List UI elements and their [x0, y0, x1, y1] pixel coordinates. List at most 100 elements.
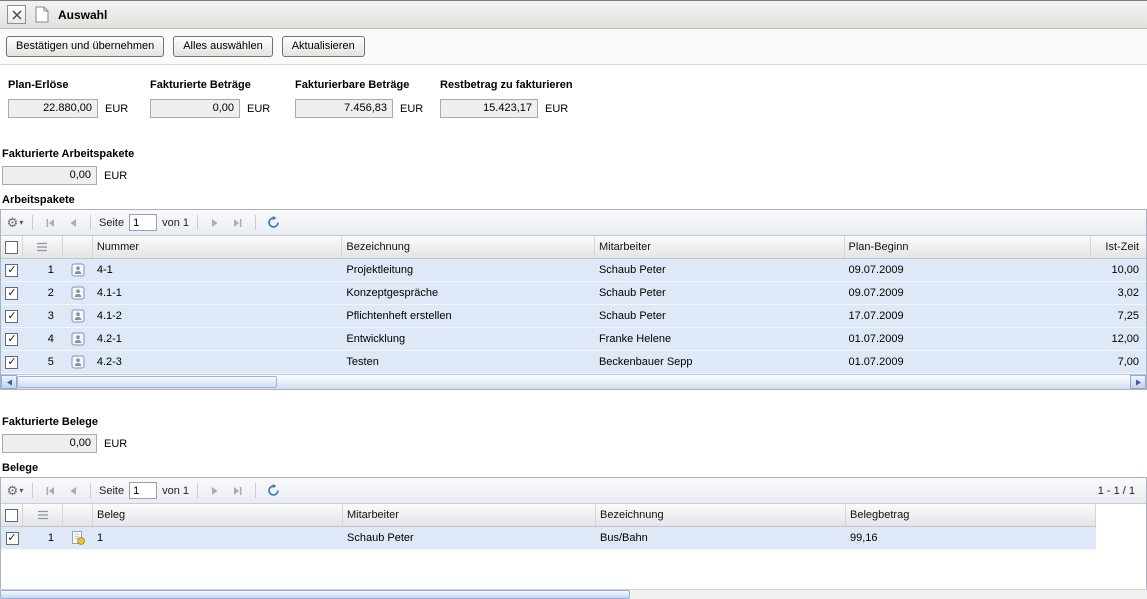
cell-plan-beginn: 09.07.2009 [845, 282, 1092, 304]
action-toolbar: Bestätigen und übernehmen Alles auswähle… [0, 29, 1147, 65]
arrow-right-icon [1135, 379, 1142, 386]
scrollbar-thumb[interactable] [17, 376, 277, 388]
column-header-nummer[interactable]: Nummer [93, 236, 343, 258]
belege-header: Beleg Mitarbeiter Bezeichnung Belegbetra… [1, 504, 1096, 527]
scroll-right-button[interactable] [1130, 375, 1146, 389]
chevron-down-icon: ▾ [19, 218, 23, 227]
select-all-button[interactable]: Alles auswählen [173, 36, 273, 57]
column-header-bezeichnung[interactable]: Bezeichnung [342, 236, 595, 258]
scrollbar-track[interactable] [17, 375, 1130, 389]
arrow-left-icon [6, 379, 13, 386]
plan-erloese-label: Plan-Erlöse [8, 79, 150, 91]
cell-beleg: 1 [93, 527, 343, 549]
cell-nummer: 4.1-2 [93, 305, 343, 327]
page-input[interactable] [129, 214, 157, 231]
row-number: 1 [23, 527, 63, 549]
scroll-left-button[interactable] [1, 375, 17, 389]
cell-bezeichnung: Projektleitung [342, 259, 595, 281]
next-page-icon [210, 486, 220, 496]
fakturierte-belege-value: 0,00 [2, 434, 97, 453]
refresh-page-button[interactable]: Aktualisieren [282, 36, 365, 57]
cell-ist-zeit: 7,25 [1091, 305, 1146, 327]
cell-mitarbeiter: Schaub Peter [595, 282, 845, 304]
column-header-beleg[interactable]: Beleg [93, 504, 343, 526]
row-number: 3 [23, 305, 63, 327]
fakturierbare-betraege-value: 7.456,83 [295, 99, 393, 118]
row-checkbox[interactable] [5, 310, 18, 323]
page-title: Auswahl [58, 8, 107, 22]
table-row[interactable]: 4 4.2-1 Entwicklung Franke Helene 01.07.… [1, 328, 1146, 351]
grid-horizontal-scrollbar[interactable] [1, 374, 1146, 389]
select-all-checkbox[interactable] [5, 509, 18, 522]
beleg-icon [63, 527, 93, 549]
page-of-label: von 1 [162, 217, 189, 229]
row-checkbox[interactable] [5, 333, 18, 346]
row-checkbox[interactable] [5, 287, 18, 300]
page-input[interactable] [129, 482, 157, 499]
last-page-icon [233, 486, 243, 496]
row-checkbox[interactable] [6, 532, 19, 545]
table-row[interactable]: 2 4.1-1 Konzeptgespräche Schaub Peter 09… [1, 282, 1146, 305]
refresh-icon [267, 216, 280, 229]
row-checkbox[interactable] [5, 264, 18, 277]
next-page-button[interactable] [206, 214, 224, 232]
cell-mitarbeiter: Franke Helene [595, 328, 845, 350]
prev-page-button[interactable] [64, 214, 82, 232]
confirm-apply-button[interactable]: Bestätigen und übernehmen [6, 36, 164, 57]
toolbar-separator [255, 215, 256, 230]
close-button[interactable] [7, 5, 26, 24]
grid-settings-button[interactable]: ⚙▾ [6, 482, 24, 500]
table-row[interactable]: 1 1 Schaub Peter Bus/Bahn 99,16 [1, 527, 1096, 550]
grid-refresh-button[interactable] [264, 482, 282, 500]
column-header-ist-zeit[interactable]: Ist-Zeit [1091, 236, 1146, 258]
cell-bezeichnung: Testen [342, 351, 595, 373]
document-icon [35, 6, 49, 23]
currency-label: EUR [104, 438, 127, 450]
column-header-mitarbeiter[interactable]: Mitarbeiter [343, 504, 596, 526]
arbeitspakete-title: Arbeitspakete [0, 194, 1147, 206]
first-page-button[interactable] [41, 482, 59, 500]
row-number: 5 [23, 351, 63, 373]
workpackage-icon [63, 305, 93, 327]
select-all-checkbox[interactable] [5, 241, 18, 254]
row-number: 1 [23, 259, 63, 281]
cell-plan-beginn: 17.07.2009 [845, 305, 1092, 327]
belege-grid-toolbar: ⚙▾ Seite von 1 [1, 478, 1146, 504]
prev-page-button[interactable] [64, 482, 82, 500]
last-page-button[interactable] [229, 214, 247, 232]
next-page-button[interactable] [206, 482, 224, 500]
row-checkbox[interactable] [5, 356, 18, 369]
plan-erloese-value: 22.880,00 [8, 99, 98, 118]
type-column-header [63, 504, 93, 526]
cell-ist-zeit: 7,00 [1091, 351, 1146, 373]
refresh-icon [267, 484, 280, 497]
arbeitspakete-grid: ⚙▾ Seite von 1 [0, 209, 1147, 390]
table-row[interactable]: 1 4-1 Projektleitung Schaub Peter 09.07.… [1, 259, 1146, 282]
fakturierte-arbeitspakete-value: 0,00 [2, 166, 97, 185]
type-column-header [63, 236, 93, 258]
column-header-belegbetrag[interactable]: Belegbetrag [846, 504, 1096, 526]
cell-ist-zeit: 10,00 [1091, 259, 1146, 281]
table-row[interactable]: 5 4.2-3 Testen Beckenbauer Sepp 01.07.20… [1, 351, 1146, 374]
cell-mitarbeiter: Schaub Peter [595, 259, 845, 281]
cell-bezeichnung: Pflichtenheft erstellen [342, 305, 595, 327]
toolbar-separator [197, 215, 198, 230]
first-page-button[interactable] [41, 214, 59, 232]
column-header-bezeichnung[interactable]: Bezeichnung [596, 504, 846, 526]
scrollbar-thumb[interactable] [0, 590, 630, 599]
prev-page-icon [68, 218, 78, 228]
column-header-mitarbeiter[interactable]: Mitarbeiter [595, 236, 845, 258]
next-page-icon [210, 218, 220, 228]
page-horizontal-scrollbar[interactable] [0, 589, 1147, 599]
cell-mitarbeiter: Beckenbauer Sepp [595, 351, 845, 373]
last-page-button[interactable] [229, 482, 247, 500]
page-of-label: von 1 [162, 485, 189, 497]
window-titlebar: Auswahl [0, 1, 1147, 29]
column-header-plan-beginn[interactable]: Plan-Beginn [845, 236, 1092, 258]
row-number-icon [23, 236, 63, 258]
currency-label: EUR [247, 103, 270, 115]
arbeitspakete-header: Nummer Bezeichnung Mitarbeiter Plan-Begi… [1, 236, 1146, 259]
grid-settings-button[interactable]: ⚙▾ [6, 214, 24, 232]
table-row[interactable]: 3 4.1-2 Pflichtenheft erstellen Schaub P… [1, 305, 1146, 328]
grid-refresh-button[interactable] [264, 214, 282, 232]
